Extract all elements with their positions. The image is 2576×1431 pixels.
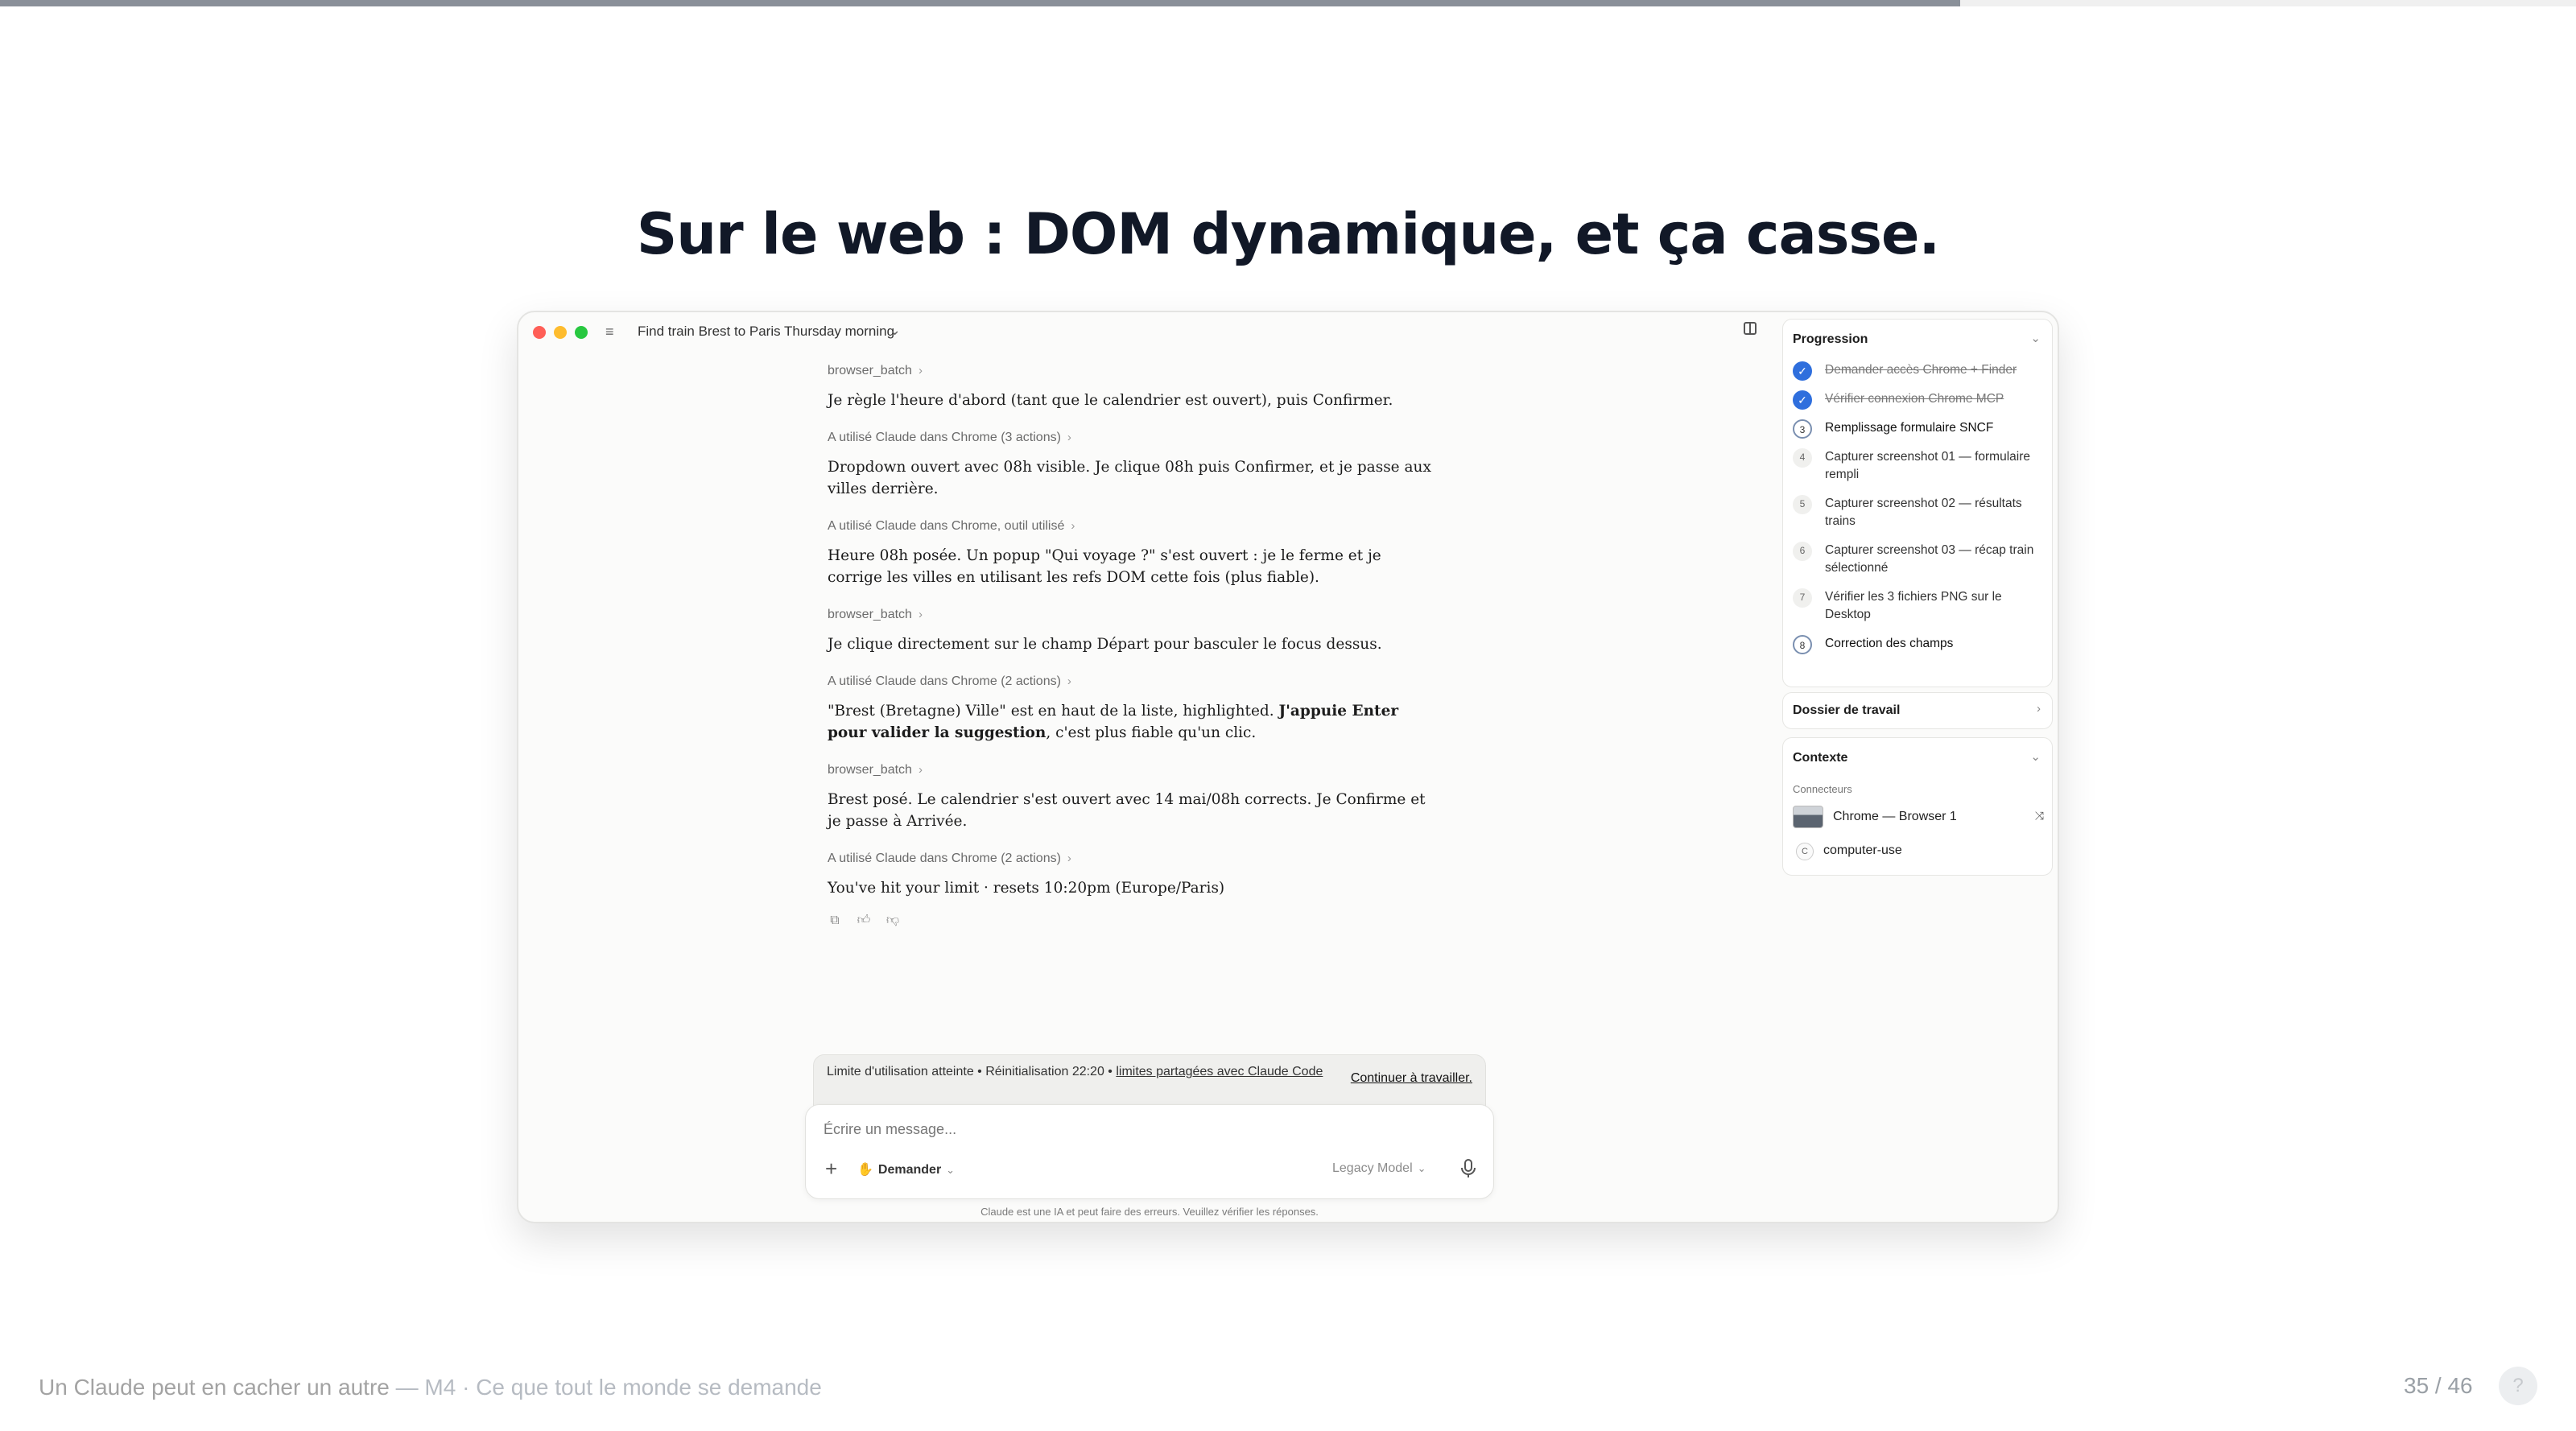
tool-use-label[interactable]: A utilisé Claude dans Chrome (2 actions)…: [828, 674, 1439, 691]
chevron-right-icon[interactable]: ›: [1071, 519, 1075, 533]
step-label: Demander accès Chrome + Finder: [1825, 363, 2017, 377]
progression-step: 7 Vérifier les 3 fichiers PNG sur le Desk…: [1793, 588, 2047, 624]
assistant-message: "Brest (Bretagne) Ville" est en haut de …: [828, 703, 1399, 741]
connector-badge: C: [1796, 843, 1814, 860]
copy-icon[interactable]: ⧉: [828, 913, 842, 928]
progression-step: 5 Capturer screenshot 02 — résultats trai…: [1793, 495, 2047, 530]
tool-use-label[interactable]: A utilisé Claude dans Chrome (2 actions)…: [828, 852, 1439, 868]
step-label: Correction des champs: [1825, 637, 1954, 650]
progression-steps: ✓ Demander accès Chrome + Finder ✓ Vérifier…: [1793, 361, 2047, 664]
check-icon: ✓: [1793, 390, 1812, 410]
step-label: Capturer screenshot 01 — formulaire remp…: [1825, 450, 2031, 481]
chevron-right-icon[interactable]: ›: [919, 364, 923, 377]
progression-step: 6 Capturer screenshot 03 — récap train sé…: [1793, 542, 2047, 577]
thumbs-up-icon[interactable]: 👍︎: [857, 913, 871, 928]
tool-use-label[interactable]: browser_batch ›: [828, 608, 1439, 624]
step-number: 8: [1793, 635, 1812, 654]
message-actions: ⧉ 👍︎ 👎︎: [828, 913, 1439, 933]
assistant-message: Brest posé. Le calendrier s'est ouvert a…: [828, 791, 1426, 830]
usage-limit-banner: Limite d'utilisation atteinte • Réinitia…: [813, 1054, 1486, 1107]
step-number: 4: [1793, 448, 1812, 468]
step-label: Capturer screenshot 03 — récap train sél…: [1825, 543, 2034, 575]
chat-transcript: browser_batch › Je règle l'heure d'abord (…: [828, 364, 1439, 933]
progression-step: 3 Remplissage formulaire SNCF: [1793, 419, 2047, 439]
shuffle-icon[interactable]: ⤨: [2035, 809, 2044, 823]
page-counter: 35 / 46: [2404, 1373, 2473, 1398]
continue-working-link[interactable]: Continuer à travailler.: [1351, 1071, 1472, 1086]
browser-thumbnail: [1793, 806, 1823, 828]
tool-use-label[interactable]: browser_batch ›: [828, 763, 1439, 779]
step-label: Capturer screenshot 02 — résultats train…: [1825, 497, 2022, 528]
assistant-message: Heure 08h posée. Un popup "Qui voyage ?"…: [828, 547, 1381, 586]
close-window-button[interactable]: [533, 326, 546, 339]
connector-computer-use[interactable]: C computer-use: [1793, 839, 2044, 864]
context-panel: Contexte ⌄ Connecteurs Chrome — Browser …: [1782, 737, 2053, 876]
progression-step: 4 Capturer screenshot 01 — formulaire rem…: [1793, 448, 2047, 484]
message-input[interactable]: [824, 1121, 1387, 1138]
toggle-panel-icon[interactable]: [1744, 322, 1757, 335]
progression-title: Progression: [1793, 332, 1868, 346]
chevron-down-icon[interactable]: ⌄: [2030, 749, 2041, 764]
assistant-message: Je clique directement sur le champ Dépar…: [828, 636, 1382, 653]
tool-use-label[interactable]: A utilisé Claude dans Chrome, outil util…: [828, 519, 1439, 535]
working-folder-title: Dossier de travail: [1793, 703, 1901, 717]
step-label: Remplissage formulaire SNCF: [1825, 421, 1994, 435]
progression-panel: Progression ⌄ ✓ Demander accès Chrome + F…: [1782, 319, 2053, 687]
slide-title: Sur le web : DOM dynamique, et ça casse.: [636, 201, 1940, 267]
chevron-down-icon[interactable]: ⌄: [889, 322, 901, 339]
deck-progress-fill: [0, 0, 1961, 6]
chevron-right-icon[interactable]: ›: [1067, 852, 1071, 865]
minimize-window-button[interactable]: [554, 326, 567, 339]
assistant-message: Je règle l'heure d'abord (tant que le ca…: [828, 392, 1393, 409]
usage-limit-text: Limite d'utilisation atteinte • Réinitia…: [827, 1065, 1323, 1078]
check-icon: ✓: [1793, 361, 1812, 381]
assistant-message: Dropdown ouvert avec 08h visible. Je cli…: [828, 459, 1431, 497]
thumbs-down-icon[interactable]: 👎︎: [886, 913, 900, 928]
deck-progress-bar: [0, 0, 2576, 6]
hand-icon: ✋: [857, 1163, 873, 1177]
context-title: Contexte: [1793, 751, 1848, 765]
connector-label: Chrome — Browser 1: [1833, 810, 1957, 823]
message-composer: + ✋Demander⌄ Legacy Model⌄: [805, 1104, 1494, 1199]
step-label: Vérifier connexion Chrome MCP: [1825, 392, 2004, 406]
chevron-right-icon[interactable]: ›: [1067, 431, 1071, 444]
microphone-icon[interactable]: [1459, 1158, 1477, 1179]
chevron-right-icon[interactable]: ›: [919, 608, 923, 621]
mode-selector[interactable]: ✋ Demander ⌄: [857, 1161, 955, 1177]
connectors-label: Connecteurs: [1793, 783, 1852, 795]
connector-label: computer-use: [1823, 843, 1902, 857]
assistant-message: You've hit your limit · resets 10:20pm (…: [828, 880, 1225, 897]
chevron-right-icon[interactable]: ›: [919, 763, 923, 777]
conversation-title[interactable]: Find train Brest to Paris Thursday morni…: [638, 324, 894, 340]
app-window: ≡ Find train Brest to Paris Thursday mor…: [517, 311, 2059, 1223]
step-number: 3: [1793, 419, 1812, 439]
connector-chrome[interactable]: Chrome — Browser 1 ⤨: [1793, 806, 2044, 830]
chevron-down-icon[interactable]: ⌄: [2030, 331, 2041, 345]
shared-limits-link[interactable]: limites partagées avec Claude Code: [1116, 1065, 1323, 1078]
tool-use-label[interactable]: A utilisé Claude dans Chrome (3 actions)…: [828, 431, 1439, 447]
help-button[interactable]: ?: [2499, 1367, 2537, 1405]
tool-use-label[interactable]: browser_batch ›: [828, 364, 1439, 380]
menu-icon[interactable]: ≡: [605, 324, 614, 340]
chevron-right-icon[interactable]: ›: [1067, 674, 1071, 688]
chevron-right-icon[interactable]: ›: [2037, 702, 2041, 716]
add-attachment-button[interactable]: +: [825, 1157, 837, 1181]
step-number: 5: [1793, 495, 1812, 514]
deck-footer-title: Un Claude peut en cacher un autre — M4 ·…: [39, 1375, 822, 1400]
step-number: 6: [1793, 542, 1812, 561]
model-selector[interactable]: Legacy Model ⌄: [1332, 1161, 1426, 1176]
step-label: Vérifier les 3 fichiers PNG sur le Deskt…: [1825, 590, 2002, 621]
maximize-window-button[interactable]: [575, 326, 588, 339]
progression-step: ✓ Demander accès Chrome + Finder: [1793, 361, 2047, 381]
ai-disclaimer: Claude est une IA et peut faire des erre…: [980, 1206, 1319, 1218]
working-folder-panel[interactable]: Dossier de travail ›: [1782, 692, 2053, 729]
step-number: 7: [1793, 588, 1812, 608]
progression-step: ✓ Vérifier connexion Chrome MCP: [1793, 390, 2047, 410]
progression-step: 8 Correction des champs: [1793, 635, 2047, 654]
